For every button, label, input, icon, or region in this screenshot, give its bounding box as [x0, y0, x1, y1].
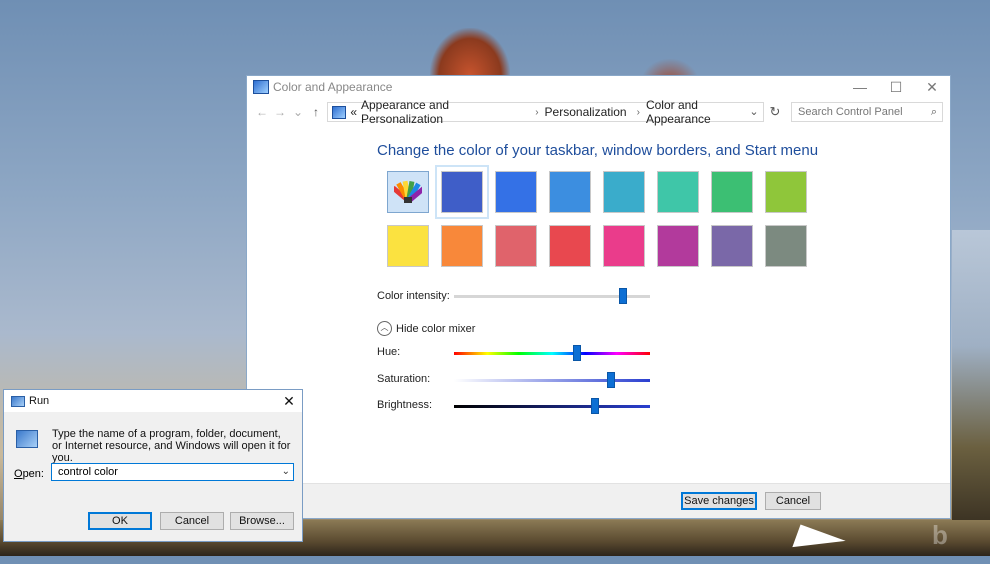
color-swatch[interactable] [549, 171, 591, 213]
brightness-track[interactable] [454, 405, 650, 408]
color-swatch[interactable] [765, 225, 807, 267]
run-cancel-button[interactable]: Cancel [160, 512, 224, 530]
bing-watermark-icon: b [932, 520, 948, 550]
chevron-down-icon[interactable]: ⌄ [745, 103, 763, 121]
maximize-button[interactable]: ☐ [878, 79, 914, 96]
control-panel-icon [332, 105, 347, 119]
breadcrumb-separator[interactable]: › [535, 107, 538, 118]
cancel-button[interactable]: Cancel [765, 492, 821, 510]
hue-slider[interactable] [573, 345, 582, 361]
saturation-slider[interactable] [606, 372, 615, 388]
color-intensity-label: Color intensity: [377, 290, 450, 302]
color-intensity-slider[interactable] [618, 288, 627, 304]
brightness-label: Brightness: [377, 399, 433, 411]
color-swatch[interactable] [549, 225, 591, 267]
chevron-down-icon[interactable]: ⌄ [282, 464, 290, 480]
color-palette-icon [394, 180, 422, 203]
breadcrumb-appearance[interactable]: Appearance and Personalization [361, 98, 525, 126]
address-row: ← → ⌄ ↑ « Appearance and Personalization… [247, 98, 950, 126]
run-dialog: Run ✕ Type the name of a program, folder… [3, 389, 303, 542]
run-title: Run [29, 395, 50, 407]
open-input-value: control color [58, 466, 118, 478]
color-appearance-window: Color and Appearance — ☐ ✕ ← → ⌄ ↑ « App… [246, 75, 951, 519]
color-swatch[interactable] [495, 171, 537, 213]
search-placeholder: Search Control Panel [798, 106, 903, 118]
run-description: Type the name of a program, folder, docu… [52, 428, 291, 464]
color-swatch[interactable] [435, 165, 489, 219]
color-swatch[interactable] [657, 171, 699, 213]
open-label: Open: [14, 468, 44, 480]
color-swatch[interactable] [441, 225, 483, 267]
hide-color-mixer-label: Hide color mixer [396, 322, 476, 335]
hue-track[interactable] [454, 352, 650, 355]
brightness-slider[interactable] [591, 398, 600, 414]
close-icon[interactable]: ✕ [276, 393, 302, 410]
window-titlebar[interactable]: Color and Appearance — ☐ ✕ [247, 76, 950, 98]
open-input[interactable]: control color ⌄ [51, 463, 294, 481]
run-program-icon [16, 430, 38, 448]
breadcrumb-overflow[interactable]: « [350, 105, 357, 119]
color-swatch[interactable] [711, 171, 753, 213]
color-swatch[interactable] [603, 171, 645, 213]
search-icon[interactable]: ⌕ [931, 103, 937, 121]
color-swatch[interactable] [495, 225, 537, 267]
color-swatch[interactable] [711, 225, 753, 267]
chevron-up-icon: ︿ [377, 321, 392, 336]
breadcrumb-color-appearance[interactable]: Color and Appearance [646, 98, 759, 126]
minimize-button[interactable]: — [842, 79, 878, 95]
refresh-icon[interactable]: ↻ [765, 102, 785, 122]
breadcrumb-personalization[interactable]: Personalization [545, 105, 627, 119]
breadcrumb-separator[interactable]: › [637, 107, 640, 118]
open-label-accesskey: O [14, 468, 23, 480]
back-arrow-icon[interactable]: ← [253, 105, 271, 119]
page-title: Change the color of your taskbar, window… [377, 142, 819, 159]
custom-color-swatch[interactable] [387, 171, 429, 213]
run-icon [11, 395, 25, 407]
run-titlebar[interactable]: Run ✕ [4, 390, 302, 412]
forward-arrow-icon[interactable]: → [271, 105, 289, 119]
window-footer: Save changes Cancel [247, 483, 950, 518]
save-changes-button[interactable]: Save changes [681, 492, 757, 510]
up-arrow-icon[interactable]: ↑ [307, 105, 325, 119]
color-swatch[interactable] [603, 225, 645, 267]
hue-label: Hue: [377, 346, 401, 358]
color-swatch[interactable] [657, 225, 699, 267]
hide-color-mixer-toggle[interactable]: ︿ Hide color mixer [377, 321, 475, 336]
search-input[interactable]: Search Control Panel ⌕ [791, 102, 943, 122]
browse-button[interactable]: Browse... [230, 512, 294, 530]
saturation-label: Saturation: [377, 373, 431, 385]
desktop-wallpaper-scenery [952, 230, 990, 520]
control-panel-icon [253, 80, 269, 94]
ok-button[interactable]: OK [88, 512, 152, 530]
saturation-track[interactable] [454, 379, 650, 382]
window-title: Color and Appearance [273, 80, 393, 94]
color-swatch[interactable] [387, 225, 429, 267]
open-label-text: pen: [22, 468, 44, 480]
close-button[interactable]: ✕ [914, 79, 950, 96]
address-bar[interactable]: « Appearance and Personalization › Perso… [327, 98, 764, 126]
recent-locations-icon[interactable]: ⌄ [289, 105, 307, 119]
color-swatch[interactable] [765, 171, 807, 213]
